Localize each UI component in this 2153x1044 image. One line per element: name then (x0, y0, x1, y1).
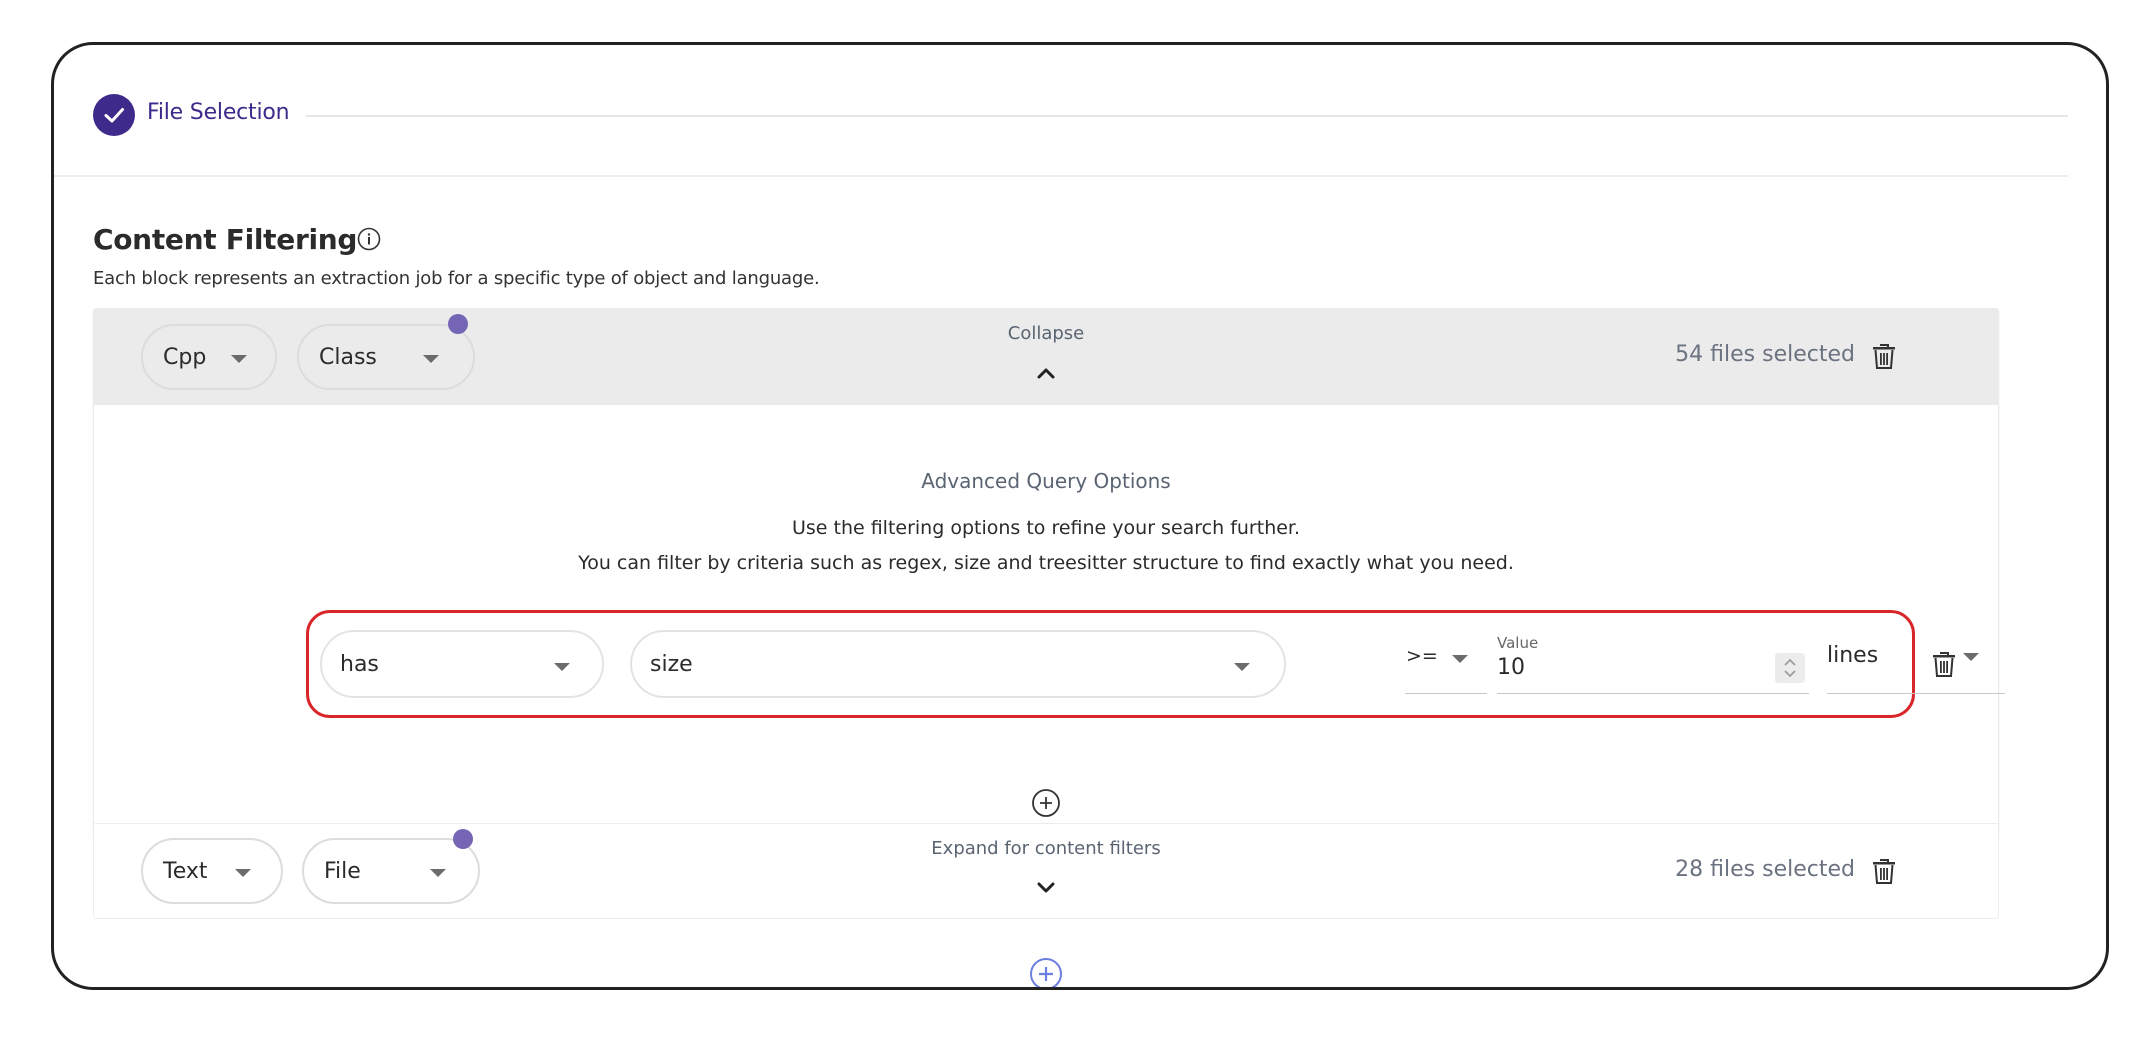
delete-filter-trash-icon[interactable] (1932, 650, 1956, 678)
unit-value: lines (1827, 643, 1879, 668)
attribute-select[interactable]: size (630, 630, 1286, 698)
unit-underline (1827, 693, 2005, 694)
value-field-text: 10 (1497, 655, 1525, 680)
number-stepper[interactable] (1775, 653, 1805, 683)
header-divider (54, 175, 2068, 177)
dropdown-caret-icon (430, 869, 446, 877)
advanced-help-line-2: You can filter by criteria such as regex… (578, 552, 1514, 574)
files-selected-count: 28 files selected (1675, 857, 1855, 882)
dropdown-caret-icon (235, 869, 251, 877)
expand-toggle-label[interactable]: Expand for content filters (94, 838, 1998, 859)
info-icon[interactable] (357, 227, 381, 251)
block-header: Text File Expand for content filters 28 … (94, 824, 1998, 920)
add-filter-plus-circle-icon[interactable] (1031, 788, 1061, 818)
dropdown-caret-icon (1963, 653, 1979, 661)
step-connector-line (306, 115, 2068, 117)
dropdown-caret-icon (1234, 663, 1250, 671)
files-selected-count: 54 files selected (1675, 342, 1855, 367)
section-description: Each block represents an extraction job … (93, 268, 820, 289)
extraction-block: Cpp Class Collapse 54 files selected Adv… (93, 308, 2005, 837)
step-completed-check-icon (93, 94, 135, 136)
delete-block-trash-icon[interactable] (1872, 342, 1896, 370)
value-underline (1497, 693, 1809, 694)
operator-value: >= (1406, 645, 1438, 667)
chevron-down-icon[interactable] (1034, 876, 1058, 900)
language-value: Cpp (163, 344, 207, 370)
attribute-value: size (650, 651, 693, 677)
block-header: Cpp Class Collapse 54 files selected (94, 309, 1998, 405)
section-title: Content Filtering (93, 223, 358, 256)
advanced-help-line-1: Use the filtering options to refine your… (791, 517, 1301, 539)
language-value: Text (163, 858, 208, 884)
predicate-value: has (340, 651, 379, 677)
object-type-value: File (324, 858, 361, 884)
object-type-value: Class (319, 344, 377, 370)
delete-block-trash-icon[interactable] (1872, 857, 1896, 885)
predicate-select[interactable]: has (320, 630, 604, 698)
dropdown-caret-icon (231, 355, 247, 363)
filter-row: has size >= Value 10 lines (306, 610, 2005, 718)
dropdown-caret-icon (423, 355, 439, 363)
content-filtering-panel: File Selection Content Filtering Each bl… (51, 42, 2109, 990)
operator-underline (1405, 693, 1487, 694)
extraction-block: Text File Expand for content filters 28 … (93, 823, 1999, 919)
dropdown-caret-icon (1452, 655, 1468, 663)
collapse-toggle-label[interactable]: Collapse (94, 323, 1998, 344)
dropdown-caret-icon (554, 663, 570, 671)
add-block-plus-circle-icon[interactable] (1029, 957, 1063, 987)
advanced-query-options-title: Advanced Query Options (921, 469, 1171, 493)
value-field-label: Value (1497, 634, 1539, 652)
step-title[interactable]: File Selection (147, 100, 290, 125)
chevron-up-icon[interactable] (1034, 361, 1058, 385)
